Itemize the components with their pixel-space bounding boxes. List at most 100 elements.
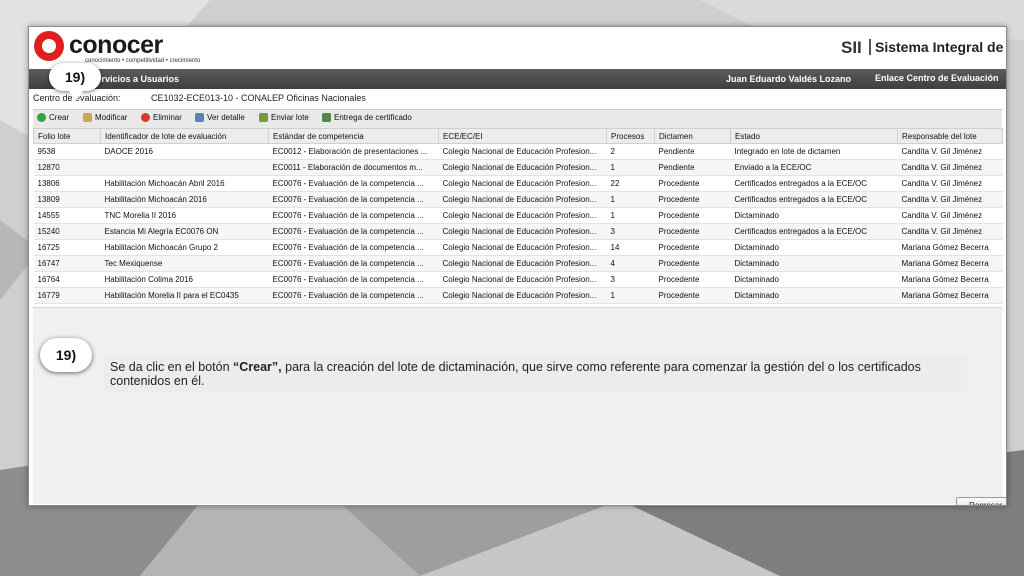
table-cell: 3 [606, 223, 655, 240]
table-cell: 15240 [33, 223, 101, 240]
table-cell: Certificados entregados a la ECE/OC [730, 223, 898, 240]
table-cell: 2 [606, 143, 655, 160]
table-cell: Dictaminado [730, 255, 898, 272]
table-row[interactable]: 9538 DAOCE 2016 EC0012 - Elaboración de pr… [33, 143, 1003, 160]
table-cell: Candita V. Gil Jiménez [897, 175, 1003, 192]
enviar-lote-label: Enviar lote [271, 113, 309, 122]
table-cell: Pendiente [654, 143, 731, 160]
table-cell: 13809 [33, 191, 101, 208]
table-cell: Procedente [654, 271, 731, 288]
table-row[interactable]: 16747 Tec Mexiquense EC0076 - Evaluación d… [33, 255, 1003, 272]
step-callout-middle: 19) [40, 338, 92, 372]
table-cell: Certificados entregados a la ECE/OC [730, 175, 898, 192]
table-cell: Colegio Nacional de Educación Profesion.… [438, 143, 607, 160]
table-cell: Candita V. Gil Jiménez [897, 223, 1003, 240]
application-window: conocer conocimiento • competitividad • … [28, 26, 1007, 506]
column-header[interactable]: Folio lote [33, 128, 101, 144]
table-cell: Tec Mexiquense [100, 255, 269, 272]
table-cell: EC0076 - Evaluación de la competencia ..… [268, 175, 439, 192]
eliminar-button[interactable]: Eliminar [141, 113, 182, 122]
table-cell: 9538 [33, 143, 101, 160]
table-cell: 13806 [33, 175, 101, 192]
regresar-button[interactable]: Regresar [956, 497, 1006, 505]
table-cell: EC0076 - Evaluación de la competencia ..… [268, 239, 439, 256]
table-cell: 1 [606, 191, 655, 208]
table-header-row: Folio lote Identificador de lote de eval… [33, 128, 1003, 144]
table-cell: Certificados entregados a la ECE/OC [730, 191, 898, 208]
add-icon [37, 113, 46, 122]
table-cell: 4 [606, 255, 655, 272]
table-cell [100, 159, 269, 176]
column-header[interactable]: Dictamen [654, 128, 731, 144]
table-cell: Mariana Gómez Becerra [897, 255, 1003, 272]
table-cell: Colegio Nacional de Educación Profesion.… [438, 239, 607, 256]
table-cell: 12870 [33, 159, 101, 176]
table-cell: Procedente [654, 287, 731, 304]
table-cell: TNC Morelia II 2016 [100, 207, 269, 224]
grid-empty-area [33, 307, 1002, 504]
table-cell: Colegio Nacional de Educación Profesion.… [438, 271, 607, 288]
table-row[interactable]: 14555 TNC Morelia II 2016 EC0076 - Evaluac… [33, 207, 1003, 224]
table-cell: Procedente [654, 255, 731, 272]
table-cell: Candita V. Gil Jiménez [897, 191, 1003, 208]
column-header[interactable]: Responsable del lote [897, 128, 1003, 144]
toolbar: Crear Modificar Eliminar Ver detalle Env… [33, 109, 1002, 129]
column-header[interactable]: Identificador de lote de evaluación [100, 128, 269, 144]
table-cell: 14555 [33, 207, 101, 224]
table-cell: EC0076 - Evaluación de la competencia ..… [268, 287, 439, 304]
table-cell: 14 [606, 239, 655, 256]
table-cell: 1 [606, 287, 655, 304]
column-header[interactable]: Estado [730, 128, 898, 144]
table-cell: 3 [606, 271, 655, 288]
table-cell: Colegio Nacional de Educación Profesion.… [438, 207, 607, 224]
table-cell: Colegio Nacional de Educación Profesion.… [438, 287, 607, 304]
column-header[interactable]: ECE/EC/EI [438, 128, 607, 144]
table-cell: 1 [606, 207, 655, 224]
table-cell: Colegio Nacional de Educación Profesion.… [438, 191, 607, 208]
conocer-logo-icon [34, 31, 64, 61]
modificar-button[interactable]: Modificar [83, 113, 127, 122]
edit-icon [83, 113, 92, 122]
table-row[interactable]: 12870 EC0011 - Elaboración de documentos … [33, 159, 1003, 176]
table-cell: Procedente [654, 239, 731, 256]
ver-detalle-button[interactable]: Ver detalle [195, 113, 245, 122]
crear-button[interactable]: Crear [37, 113, 69, 122]
details-icon [195, 113, 204, 122]
table-cell: 16725 [33, 239, 101, 256]
table-cell: 16764 [33, 271, 101, 288]
table-cell: 22 [606, 175, 655, 192]
table-row[interactable]: 16779 Habilitación Morelia II para el EC0… [33, 287, 1003, 304]
table-row[interactable]: 16725 Habilitación Michoacán Grupo 2 EC007… [33, 239, 1003, 256]
table-cell: Dictaminado [730, 271, 898, 288]
table-cell: Estancia Mi Alegría EC0076 ON [100, 223, 269, 240]
logo-text: conocer [69, 31, 163, 59]
table-cell: Pendiente [654, 159, 731, 176]
lotes-table: Folio lote Identificador de lote de eval… [33, 128, 1003, 304]
entrega-certificado-label: Entrega de certificado [334, 113, 412, 122]
logo-tagline: conocimiento • competitividad • crecimie… [85, 58, 201, 64]
table-cell: Candita V. Gil Jiménez [897, 143, 1003, 160]
table-row[interactable]: 13809 Habilitación Michoacán 2016 EC0076 -… [33, 191, 1003, 208]
table-cell: Candita V. Gil Jiménez [897, 207, 1003, 224]
table-cell: Procedente [654, 207, 731, 224]
step-callout-top: 19) [49, 63, 101, 100]
column-header[interactable]: Procesos [606, 128, 655, 144]
table-cell: Enviado a la ECE/OC [730, 159, 898, 176]
navigation-bar: y Servicios a Usuarios Juan Eduardo Vald… [29, 69, 1006, 89]
certificate-icon [322, 113, 331, 122]
table-row[interactable]: 13806 Habilitación Michoacán Abril 2016 EC… [33, 175, 1003, 192]
table-cell: 16779 [33, 287, 101, 304]
entrega-certificado-button[interactable]: Entrega de certificado [322, 113, 412, 122]
eliminar-label: Eliminar [153, 113, 182, 122]
enviar-lote-button[interactable]: Enviar lote [259, 113, 309, 122]
column-header[interactable]: Estándar de competencia [268, 128, 439, 144]
table-row[interactable]: 15240 Estancia Mi Alegría EC0076 ON EC0076… [33, 223, 1003, 240]
table-cell: Procedente [654, 175, 731, 192]
send-icon [259, 113, 268, 122]
modificar-label: Modificar [95, 113, 128, 122]
table-cell: Habilitación Michoacán Abril 2016 [100, 175, 269, 192]
system-title: Sistema Integral de In [869, 39, 1006, 55]
crear-label: Crear [49, 113, 70, 122]
instruction-note: Se da clic en el botón “Crear”, para la … [104, 357, 967, 393]
table-row[interactable]: 16764 Habilitación Colima 2016 EC0076 - Ev… [33, 271, 1003, 288]
